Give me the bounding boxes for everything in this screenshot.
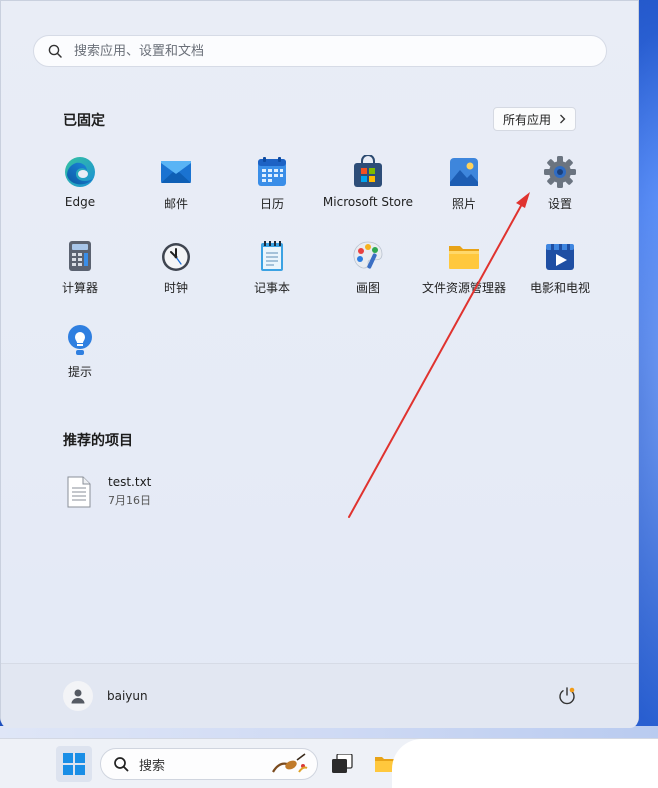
- pinned-app-file-explorer[interactable]: 文件资源管理器: [416, 239, 512, 303]
- pinned-app-mail[interactable]: 邮件: [128, 155, 224, 219]
- text-file-icon: [67, 476, 91, 507]
- calculator-icon: [69, 241, 91, 271]
- movies-tv-icon: [546, 244, 574, 270]
- pinned-app-edge[interactable]: Edge: [32, 155, 128, 219]
- app-label: Edge: [64, 195, 96, 209]
- app-label: 记事本: [253, 281, 290, 295]
- search-highlight-icon: [272, 753, 308, 773]
- taskbar-search-box[interactable]: 搜索: [100, 748, 318, 780]
- mail-icon: [161, 161, 191, 183]
- pinned-app-calendar[interactable]: 日历: [224, 155, 320, 219]
- pinned-app-movies-tv[interactable]: 电影和电视: [512, 239, 608, 303]
- app-label: 电影和电视: [529, 281, 590, 295]
- clock-icon: [162, 243, 190, 271]
- avatar: [63, 681, 93, 711]
- pinned-title: 已固定: [63, 113, 105, 129]
- all-apps-button[interactable]: 所有应用: [493, 107, 576, 131]
- pinned-app-clock[interactable]: 时钟: [128, 239, 224, 303]
- all-apps-label: 所有应用: [502, 112, 551, 127]
- pinned-app-photos[interactable]: 照片: [416, 155, 512, 219]
- power-icon: [559, 687, 575, 705]
- pinned-app-calculator[interactable]: 计算器: [32, 239, 128, 303]
- recommended-item[interactable]: test.txt 7月16日: [65, 475, 151, 508]
- pinned-app-notepad[interactable]: 记事本: [224, 239, 320, 303]
- start-menu: 已固定 所有应用 Edge 邮件: [0, 0, 639, 728]
- app-label: 提示: [67, 365, 92, 379]
- app-label: Microsoft Store: [322, 195, 414, 209]
- start-button[interactable]: [56, 746, 92, 782]
- recommended-item-date: 7月16日: [108, 494, 151, 507]
- app-label: 设置: [547, 197, 572, 211]
- calendar-icon: [258, 157, 286, 186]
- app-label: 日历: [259, 197, 284, 211]
- search-icon: [114, 757, 129, 772]
- taskbar: 搜索: [0, 738, 658, 788]
- search-input[interactable]: [72, 42, 556, 60]
- task-view-icon: [332, 753, 353, 773]
- chevron-right-icon: [560, 114, 566, 124]
- app-label: 照片: [451, 197, 476, 211]
- tips-lightbulb-icon: [68, 325, 92, 355]
- power-button[interactable]: [557, 686, 577, 710]
- task-view-button[interactable]: [331, 753, 353, 778]
- taskbar-occluded-area: [392, 739, 658, 788]
- pinned-app-settings[interactable]: 设置: [512, 155, 608, 219]
- user-icon: [71, 689, 85, 704]
- pinned-app-store[interactable]: Microsoft Store: [320, 155, 416, 219]
- app-label: 时钟: [163, 281, 188, 295]
- start-search-box[interactable]: [33, 35, 607, 67]
- recommended-item-name: test.txt: [108, 475, 152, 489]
- app-label: 计算器: [61, 281, 98, 295]
- taskbar-search-label: 搜索: [139, 758, 166, 774]
- pinned-app-paint[interactable]: 画图: [320, 239, 416, 303]
- search-icon: [48, 44, 62, 58]
- start-footer: baiyun: [1, 663, 638, 728]
- app-label: 文件资源管理器: [421, 281, 506, 295]
- edge-icon: [65, 157, 95, 187]
- store-icon: [354, 155, 382, 187]
- recommended-title: 推荐的项目: [63, 433, 133, 449]
- user-account-button[interactable]: baiyun: [63, 681, 148, 711]
- user-name: baiyun: [107, 689, 148, 703]
- pinned-app-tips[interactable]: 提示: [32, 323, 128, 387]
- app-label: 画图: [355, 281, 380, 295]
- app-label: 邮件: [163, 197, 188, 211]
- paint-palette-icon: [353, 241, 383, 269]
- photos-icon: [450, 158, 478, 186]
- notepad-icon: [261, 241, 283, 271]
- windows-logo-icon: [63, 753, 85, 775]
- file-explorer-icon: [449, 246, 479, 269]
- settings-gear-icon: [544, 156, 576, 188]
